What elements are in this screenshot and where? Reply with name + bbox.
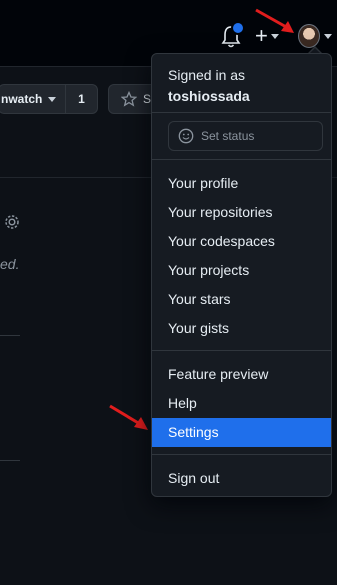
menu-item-sign-out[interactable]: Sign out xyxy=(152,464,331,493)
chevron-down-icon xyxy=(270,33,279,39)
menu-item-your-stars[interactable]: Your stars xyxy=(152,285,331,314)
menu-item-settings[interactable]: Settings xyxy=(152,418,331,447)
username[interactable]: toshiossada xyxy=(168,86,250,107)
set-status-button[interactable]: Set status xyxy=(168,121,323,151)
avatar xyxy=(298,24,320,48)
divider xyxy=(0,460,20,461)
description-fragment: ed. xyxy=(0,256,20,272)
chevron-down-icon xyxy=(48,96,57,102)
chevron-down-icon xyxy=(324,33,332,39)
user-menu-button[interactable] xyxy=(298,24,332,48)
smiley-icon xyxy=(178,128,194,144)
watch-count[interactable]: 1 xyxy=(64,85,97,113)
gear-icon[interactable] xyxy=(3,213,21,231)
menu-divider xyxy=(152,159,331,160)
divider xyxy=(0,335,20,336)
plus-icon: + xyxy=(255,23,268,48)
notification-indicator xyxy=(231,21,245,35)
menu-item-your-gists[interactable]: Your gists xyxy=(152,314,331,343)
signed-in-label: Signed in as xyxy=(168,67,246,83)
menu-divider xyxy=(152,350,331,351)
create-new-button[interactable]: + xyxy=(255,24,279,48)
menu-divider xyxy=(152,454,331,455)
menu-divider xyxy=(152,112,331,113)
watch-label: nwatch xyxy=(1,92,43,106)
menu-item-feature-preview[interactable]: Feature preview xyxy=(152,360,331,389)
signed-in-header: Signed in as toshiossada xyxy=(168,65,250,107)
annotation-arrow-settings xyxy=(109,404,148,430)
menu-item-help[interactable]: Help xyxy=(152,389,331,418)
star-icon xyxy=(121,91,137,107)
watch-button[interactable]: nwatch 1 xyxy=(0,84,98,114)
star-label: S xyxy=(143,92,152,106)
menu-item-your-projects[interactable]: Your projects xyxy=(152,256,331,285)
set-status-label: Set status xyxy=(201,129,255,143)
menu-item-your-profile[interactable]: Your profile xyxy=(152,169,331,198)
menu-item-your-codespaces[interactable]: Your codespaces xyxy=(152,227,331,256)
menu-item-your-repositories[interactable]: Your repositories xyxy=(152,198,331,227)
user-dropdown-menu: Signed in as toshiossada Set status Your… xyxy=(151,53,332,497)
